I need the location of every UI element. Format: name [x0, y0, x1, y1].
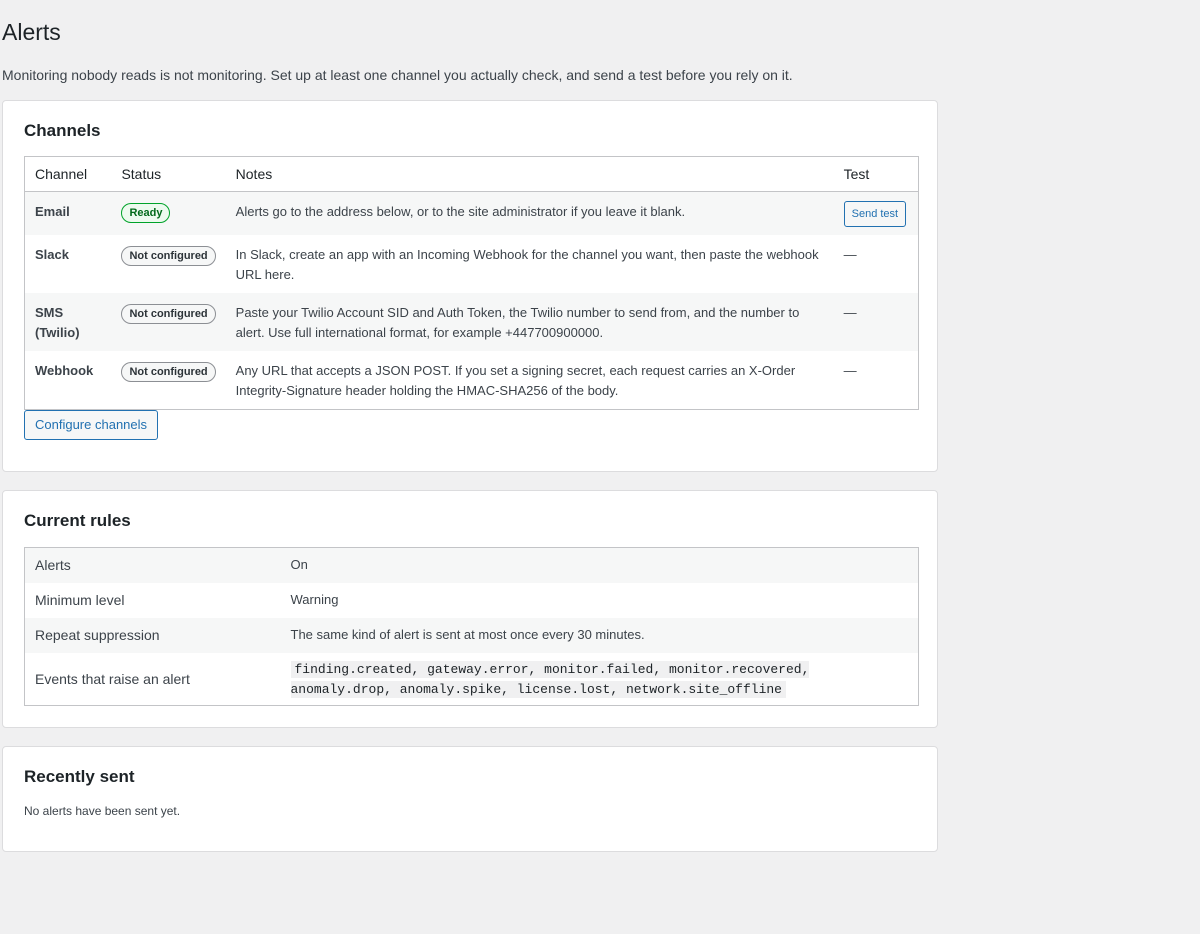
send-test-button[interactable]: Send test	[843, 201, 907, 227]
channel-row-webhook: Webhook Not configured Any URL that acce…	[25, 351, 919, 410]
test-placeholder: —	[843, 247, 857, 262]
channels-table: Channel Status Notes Test Email Ready Al…	[24, 156, 919, 410]
page-title: Alerts	[2, 19, 61, 45]
channel-notes: In Slack, create an app with an Incoming…	[235, 247, 819, 282]
rule-key: Minimum level	[35, 592, 125, 608]
page-intro: Monitoring nobody reads is not monitorin…	[2, 67, 793, 83]
channel-name: Email	[24, 191, 112, 235]
channel-row-slack: Slack Not configured In Slack, create an…	[25, 235, 919, 293]
column-header-status: Status	[111, 156, 226, 192]
channel-row-sms: SMS (Twilio) Not configured Paste your T…	[24, 293, 919, 351]
rule-value: On	[280, 547, 919, 583]
channel-notes: Any URL that accepts a JSON POST. If you…	[235, 363, 796, 398]
empty-state-text: No alerts have been sent yet.	[24, 804, 181, 818]
channels-header-row: Channel Status Notes Test	[24, 156, 919, 192]
status-badge: Not configured	[121, 362, 216, 382]
configure-channels-button[interactable]: Configure channels	[24, 410, 159, 440]
channels-card: Channels Channel Status Notes Test Email	[2, 100, 938, 472]
column-header-notes: Notes	[225, 156, 834, 192]
status-badge: Not configured	[121, 246, 216, 266]
rule-row: Events that raise an alert finding.creat…	[25, 653, 919, 706]
recent-card: Recently sent No alerts have been sent y…	[2, 746, 938, 852]
column-header-channel: Channel	[24, 156, 112, 192]
rule-row: Alerts On	[24, 547, 919, 583]
channel-row-email: Email Ready Alerts go to the address bel…	[24, 191, 919, 235]
channel-name: Webhook	[35, 363, 94, 378]
status-badge: Not configured	[121, 304, 216, 324]
test-placeholder: —	[833, 293, 919, 351]
rule-value: The same kind of alert is sent at most o…	[280, 617, 919, 653]
rule-row: Repeat suppression The same kind of aler…	[24, 617, 919, 653]
channel-notes: Paste your Twilio Account SID and Auth T…	[225, 293, 834, 351]
channel-name: Slack	[35, 247, 69, 262]
rule-key: Alerts	[24, 547, 281, 583]
channel-name: SMS (Twilio)	[24, 293, 112, 351]
rules-table: Alerts On Minimum level Warning Repeat s…	[24, 547, 919, 706]
event-list: finding.created, gateway.error, monitor.…	[290, 660, 810, 698]
column-header-test: Test	[833, 156, 919, 192]
channel-notes: Alerts go to the address below, or to th…	[225, 191, 834, 235]
test-placeholder: —	[843, 363, 857, 378]
alerts-page: Alerts Monitoring nobody reads is not mo…	[0, 0, 1200, 934]
recent-heading: Recently sent	[24, 767, 135, 786]
status-badge: Ready	[121, 203, 171, 223]
rule-value: Warning	[290, 592, 339, 607]
rule-key: Repeat suppression	[24, 617, 281, 653]
rule-key: Events that raise an alert	[35, 670, 190, 687]
rules-card: Current rules Alerts On Minimum level Wa…	[2, 490, 938, 728]
channels-heading: Channels	[24, 121, 101, 140]
rule-row: Minimum level Warning	[25, 583, 919, 618]
rules-heading: Current rules	[24, 511, 131, 530]
